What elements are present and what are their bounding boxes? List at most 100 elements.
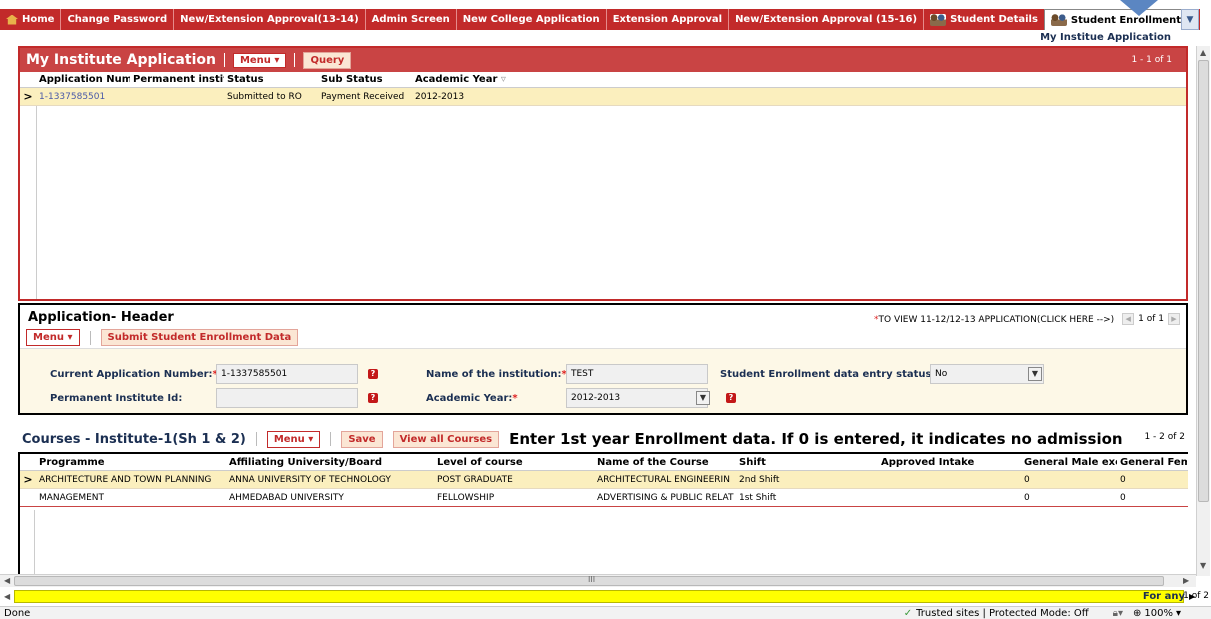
cell-general-female[interactable]: 0 bbox=[1117, 475, 1187, 485]
header-title-row: Application- Header *TO VIEW 11-12/12-13… bbox=[20, 305, 1186, 327]
col-permanent-institute[interactable]: Permanent instit bbox=[130, 74, 224, 85]
row-marker-icon: > bbox=[23, 473, 33, 486]
col-sub-status[interactable]: Sub Status bbox=[318, 74, 412, 85]
col-programme[interactable]: Programme bbox=[36, 457, 226, 468]
view-all-courses-button[interactable]: View all Courses bbox=[392, 430, 500, 448]
nav-tab-student-details[interactable]: Student Details bbox=[923, 9, 1044, 30]
nav-tab-home[interactable]: Home bbox=[0, 9, 60, 30]
cell-shift: 2nd Shift bbox=[739, 474, 780, 485]
pager-label: 1 of 1 bbox=[1138, 314, 1164, 324]
entry-status-select[interactable]: No bbox=[930, 364, 1044, 384]
courses-pager: 1 - 2 of 2 bbox=[1144, 432, 1185, 442]
security-zone[interactable]: ✓ Trusted sites | Protected Mode: Off bbox=[904, 608, 1089, 619]
cell-level: FELLOWSHIP bbox=[437, 492, 495, 503]
academic-year-select[interactable]: 2012-2013 bbox=[566, 388, 708, 408]
cell-general-male[interactable]: 0 bbox=[1021, 493, 1117, 503]
nav-tab-extension-approval[interactable]: Extension Approval bbox=[605, 9, 728, 30]
chevron-down-icon: ▼ bbox=[1186, 14, 1194, 25]
current-app-number-field[interactable]: 1-1337585501 bbox=[216, 364, 358, 384]
top-navigation: Home Change Password New/Extension Appro… bbox=[0, 0, 1211, 43]
col-general-female[interactable]: General Fema bbox=[1117, 457, 1187, 468]
enrollment-notice: Enter 1st year Enrollment data. If 0 is … bbox=[509, 430, 1123, 448]
institution-name-field[interactable]: TEST bbox=[566, 364, 708, 384]
cell-shift: 1st Shift bbox=[739, 492, 777, 503]
grid-horizontal-scrollbar[interactable]: ◀ III ▶ bbox=[0, 574, 1196, 587]
required-marker: * bbox=[512, 393, 518, 404]
cell-course-name: ARCHITECTURAL ENGINEERIN bbox=[597, 474, 730, 485]
menu-button[interactable]: Menu ▾ bbox=[26, 329, 80, 346]
cell-academic-year: 2012-2013 bbox=[415, 91, 465, 102]
scrollbar-thumb[interactable] bbox=[1198, 60, 1209, 502]
page-vertical-scrollbar[interactable]: ▲ ▼ bbox=[1196, 46, 1210, 576]
lock-settings-icon[interactable]: 🔒︎▾ bbox=[1113, 608, 1123, 619]
cell-programme: MANAGEMENT bbox=[39, 492, 104, 503]
cell-general-male[interactable]: 0 bbox=[1021, 475, 1117, 485]
zoom-label: 100% bbox=[1144, 607, 1173, 619]
cell-programme: ARCHITECTURE AND TOWN PLANNING bbox=[39, 474, 212, 485]
scroll-left-icon[interactable]: ◀ bbox=[4, 592, 10, 601]
col-approved-intake[interactable]: Approved Intake bbox=[878, 457, 1021, 468]
scroll-left-icon[interactable]: ◀ bbox=[4, 576, 10, 585]
scroll-down-icon[interactable]: ▼ bbox=[1200, 561, 1206, 570]
scroll-up-icon[interactable]: ▲ bbox=[1200, 48, 1206, 57]
col-course-name[interactable]: Name of the Course bbox=[594, 457, 736, 468]
divider bbox=[330, 432, 332, 446]
chevron-down-icon[interactable]: ▼ bbox=[1028, 367, 1042, 381]
col-level[interactable]: Level of course bbox=[434, 457, 594, 468]
chevron-down-icon: ▾ bbox=[274, 54, 280, 66]
home-icon bbox=[6, 14, 18, 25]
current-app-number-label: Current Application Number:* bbox=[50, 369, 218, 380]
nav-tab-label: Student Enrollment bbox=[1070, 14, 1182, 26]
nav-tab-label: Student Details bbox=[950, 14, 1038, 25]
grid-header: Application Numb Permanent instit Status… bbox=[20, 72, 1186, 88]
table-row[interactable]: > 1-1337585501 Submitted to RO Payment R… bbox=[20, 88, 1186, 106]
nav-tab-student-enrollment[interactable]: Student Enrollment bbox=[1043, 9, 1189, 30]
submit-enrollment-button[interactable]: Submit Student Enrollment Data bbox=[100, 329, 299, 346]
prev-page-icon[interactable]: ◀ bbox=[1122, 313, 1135, 325]
query-button[interactable]: Query bbox=[303, 51, 352, 69]
scroll-right-icon[interactable]: ▶ bbox=[1183, 576, 1189, 585]
divider bbox=[294, 53, 296, 67]
menu-label: Menu bbox=[33, 332, 64, 343]
nav-tab-new-college-application[interactable]: New College Application bbox=[455, 9, 606, 30]
nav-tab-approval-13-14[interactable]: New/Extension Approval(13-14) bbox=[173, 9, 365, 30]
people-icon bbox=[930, 13, 947, 26]
next-page-icon[interactable]: ▶ bbox=[1168, 313, 1180, 325]
application-header-panel: Application- Header *TO VIEW 11-12/12-13… bbox=[18, 303, 1188, 415]
entry-status-label: Student Enrollment data entry status: bbox=[720, 369, 936, 380]
marquee-text: For any bbox=[1142, 591, 1185, 602]
menu-button[interactable]: Menu ▾ bbox=[232, 52, 287, 68]
col-application-number[interactable]: Application Numb bbox=[36, 74, 130, 85]
col-shift[interactable]: Shift bbox=[736, 457, 878, 468]
col-academic-year[interactable]: Academic Year ▿ bbox=[412, 74, 512, 85]
table-row[interactable]: MANAGEMENT AHMEDABAD UNIVERSITY FELLOWSH… bbox=[20, 489, 1188, 507]
help-icon[interactable]: ? bbox=[368, 369, 378, 379]
col-university[interactable]: Affiliating University/Board bbox=[226, 457, 434, 468]
menu-button[interactable]: Menu ▾ bbox=[266, 430, 321, 448]
nav-tab-admin-screen[interactable]: Admin Screen bbox=[364, 9, 456, 30]
cell-level: POST GRADUATE bbox=[437, 474, 513, 485]
permanent-id-field[interactable] bbox=[216, 388, 358, 408]
chevron-down-icon[interactable]: ▼ bbox=[696, 391, 710, 405]
col-general-male[interactable]: General Male exc bbox=[1021, 457, 1117, 468]
help-icon[interactable]: ? bbox=[368, 393, 378, 403]
institution-name-label: Name of the institution:* bbox=[426, 369, 567, 380]
view-old-application-link[interactable]: *TO VIEW 11-12/12-13 APPLICATION(CLICK H… bbox=[874, 315, 1114, 325]
nav-overflow-dropdown[interactable]: ▼ bbox=[1181, 9, 1199, 30]
nav-tab-label: Home bbox=[22, 14, 55, 25]
label-text: Name of the institution: bbox=[426, 369, 562, 380]
zoom-control[interactable]: ⊕ 100% ▾ bbox=[1133, 608, 1181, 619]
col-label: Academic Year bbox=[415, 74, 498, 85]
nav-tab-label: New/Extension Approval (15-16) bbox=[735, 14, 918, 25]
table-row[interactable]: > ARCHITECTURE AND TOWN PLANNING ANNA UN… bbox=[20, 471, 1188, 489]
cell-general-female[interactable]: 0 bbox=[1117, 493, 1187, 503]
save-button[interactable]: Save bbox=[341, 430, 383, 448]
row-marker-icon: > bbox=[23, 90, 33, 103]
application-number-link[interactable]: 1-1337585501 bbox=[36, 92, 130, 102]
academic-year-label: Academic Year:* bbox=[426, 393, 518, 404]
section-title: Application- Header bbox=[28, 310, 174, 325]
col-status[interactable]: Status bbox=[224, 74, 318, 85]
nav-tab-change-password[interactable]: Change Password bbox=[60, 9, 173, 30]
nav-tab-approval-15-16[interactable]: New/Extension Approval (15-16) bbox=[728, 9, 923, 30]
help-icon[interactable]: ? bbox=[726, 393, 736, 403]
